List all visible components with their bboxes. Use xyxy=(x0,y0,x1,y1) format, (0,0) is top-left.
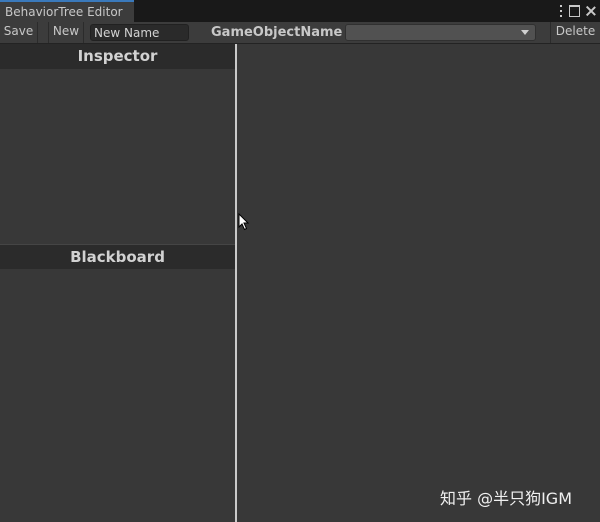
tree-name-input[interactable] xyxy=(90,24,189,41)
toolbar: Save New GameObjectName Delete xyxy=(0,22,600,44)
new-button[interactable]: New xyxy=(48,22,84,43)
graph-view[interactable] xyxy=(237,44,600,522)
inspector-header: Inspector xyxy=(0,44,235,69)
window-controls xyxy=(559,3,596,19)
gameobject-dropdown[interactable] xyxy=(345,24,536,41)
watermark-text: 知乎 @半只狗IGM xyxy=(440,489,573,508)
mouse-cursor-icon xyxy=(238,213,250,231)
tab-title: BehaviorTree Editor xyxy=(5,5,123,19)
close-icon[interactable] xyxy=(586,6,596,16)
gameobject-name-label: GameObjectName xyxy=(211,25,343,40)
maximize-icon[interactable] xyxy=(569,5,580,17)
save-button[interactable]: Save xyxy=(0,22,38,43)
blackboard-header: Blackboard xyxy=(0,244,235,269)
window-tab-bar: BehaviorTree Editor xyxy=(0,0,600,22)
left-pane: Inspector Blackboard xyxy=(0,44,235,522)
kebab-menu-icon[interactable] xyxy=(559,5,563,17)
chevron-down-icon xyxy=(521,30,529,35)
delete-button[interactable]: Delete xyxy=(550,22,600,43)
behaviortree-editor-tab[interactable]: BehaviorTree Editor xyxy=(0,0,134,22)
